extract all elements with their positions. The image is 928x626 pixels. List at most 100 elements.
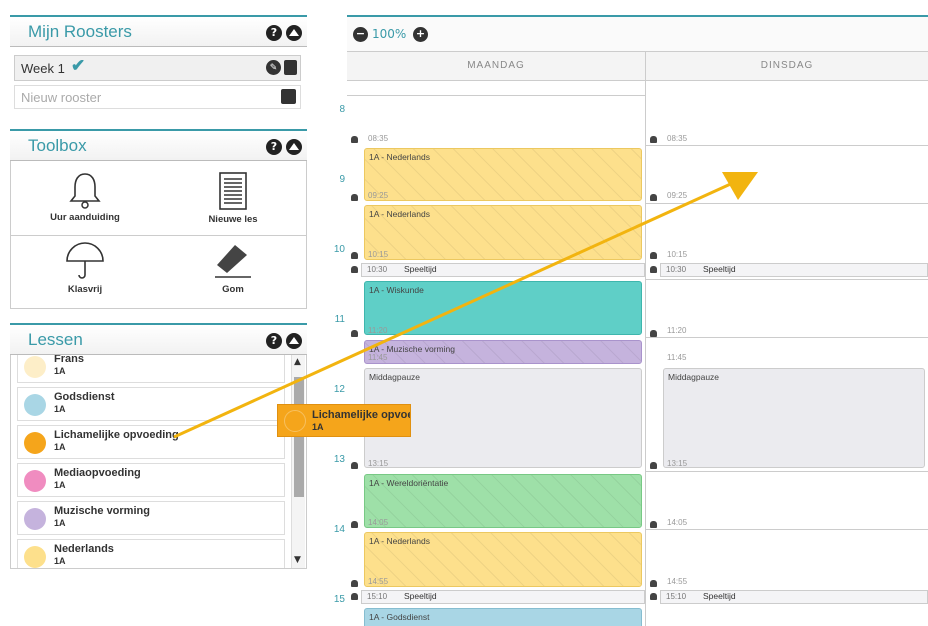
lesson-name: Muzische vorming	[54, 505, 150, 517]
save-icon[interactable]	[281, 89, 296, 104]
collapse-icon[interactable]	[286, 333, 302, 349]
slot-time: 14:05	[667, 518, 688, 527]
break-title: Speeltijd	[703, 264, 736, 274]
slot-time: 11:20	[667, 326, 687, 335]
empty-slot[interactable]	[646, 529, 928, 587]
help-icon[interactable]: ?	[266, 25, 282, 41]
event-wereldorientatie[interactable]: 1A - Wereldoriëntatie	[364, 474, 642, 528]
lesson-color-dot	[24, 432, 46, 454]
roosters-header: Mijn Roosters ?	[10, 15, 307, 47]
lesson-class: 1A	[54, 442, 66, 452]
event-nederlands[interactable]: 1A - Nederlands	[364, 148, 642, 201]
event-title: 1A - Godsdienst	[369, 612, 430, 622]
empty-slot[interactable]	[347, 95, 645, 144]
break-speeltijd[interactable]: 10:30 Speeltijd	[660, 263, 928, 277]
slot-time: 13:15	[667, 459, 688, 468]
lesson-item-godsdienst[interactable]: Godsdienst 1A	[17, 387, 285, 421]
bell-icon	[650, 521, 657, 528]
bell-icon	[650, 593, 657, 600]
lesson-item-lichamelijke-opvoeding[interactable]: Lichamelijke opvoeding 1A	[17, 425, 285, 459]
slot-time: 11:45	[667, 353, 687, 362]
lessen-title: Lessen	[28, 330, 83, 349]
lesson-class: 1A	[54, 404, 66, 414]
empty-slot[interactable]	[646, 337, 928, 365]
lesson-item-frans[interactable]: Frans 1A	[17, 355, 285, 383]
new-rooster-placeholder: Nieuw rooster	[21, 90, 102, 105]
hour-label: 13	[333, 454, 345, 465]
bell-icon	[650, 580, 657, 587]
event-muzische-vorming[interactable]: 1A - Muzische vorming	[364, 340, 642, 364]
lesson-item-muzische-vorming[interactable]: Muzische vorming 1A	[17, 501, 285, 535]
edit-icon[interactable]: ✎	[266, 60, 281, 75]
bell-icon	[351, 580, 358, 587]
empty-slot[interactable]	[646, 203, 928, 261]
check-icon: ✔	[71, 56, 86, 75]
zoom-in-icon[interactable]: +	[413, 27, 428, 42]
event-nederlands[interactable]: 1A - Nederlands	[364, 205, 642, 260]
lessen-panel: Lessen ? Frans 1A Godsdienst 1A Lichamelij…	[10, 323, 307, 571]
new-rooster-input[interactable]: Nieuw rooster	[14, 85, 301, 109]
roosters-title: Mijn Roosters	[28, 22, 132, 41]
bell-icon	[351, 593, 358, 600]
zoom-out-icon[interactable]: −	[353, 27, 368, 42]
bell-icon	[650, 462, 657, 469]
slot-time: 13:15	[368, 459, 389, 468]
lesson-item-mediaopvoeding[interactable]: Mediaopvoeding 1A	[17, 463, 285, 497]
break-speeltijd[interactable]: 15:10 Speeltijd	[361, 590, 645, 604]
empty-slot[interactable]	[646, 145, 928, 202]
bell-icon	[650, 194, 657, 201]
week-label: Week 1	[21, 61, 65, 76]
calendar: − 100% + MAANDAG DINSDAG 08:35 1A - Nede…	[347, 15, 928, 626]
toolbox-panel: Toolbox ? Uur aanduiding Nieuwe les Klas…	[10, 129, 307, 310]
collapse-icon[interactable]	[286, 25, 302, 41]
tool-label: Nieuwe les	[208, 214, 258, 225]
zoom-bar: − 100% +	[347, 17, 928, 52]
lessen-scrollbar[interactable]: ▲ ▼	[291, 355, 305, 568]
toolbox-grid: Uur aanduiding Nieuwe les Klasvrij Gom	[10, 161, 307, 309]
lesson-class: 1A	[54, 518, 66, 528]
umbrella-icon	[66, 242, 104, 279]
tool-klasvrij[interactable]: Klasvrij	[11, 241, 159, 295]
slot-time: 10:30	[666, 265, 687, 274]
tool-uur-aanduiding[interactable]: Uur aanduiding	[11, 171, 159, 223]
tool-gom[interactable]: Gom	[159, 241, 307, 295]
scroll-down-icon[interactable]: ▼	[294, 555, 301, 565]
break-title: Speeltijd	[703, 591, 736, 601]
empty-slot[interactable]	[646, 471, 928, 529]
event-title: Middagpauze	[369, 372, 421, 382]
event-middagpauze[interactable]: Middagpauze	[663, 368, 925, 468]
dragged-lesson[interactable]: Lichamelijke opvoeding 1A	[277, 404, 411, 437]
lesson-name: Nederlands	[54, 543, 114, 555]
event-wiskunde[interactable]: 1A - Wiskunde	[364, 281, 642, 335]
lesson-name: Godsdienst	[54, 391, 115, 403]
lesson-item-nederlands[interactable]: Nederlands 1A	[17, 539, 285, 568]
empty-slot[interactable]	[646, 279, 928, 337]
scroll-thumb[interactable]	[294, 377, 304, 497]
week-item[interactable]: Week 1 ✔ ✎	[14, 55, 301, 81]
break-speeltijd[interactable]: 15:10 Speeltijd	[660, 590, 928, 604]
lesson-name: Frans	[54, 355, 84, 365]
bell-icon	[351, 462, 358, 469]
bell-icon	[650, 266, 657, 273]
hour-label: 10	[333, 244, 345, 255]
lesson-color-dot	[24, 546, 46, 568]
day-column-monday: 08:35 1A - Nederlands 09:25 1A - Nederla…	[347, 81, 646, 626]
bell-icon	[351, 521, 358, 528]
event-nederlands[interactable]: 1A - Nederlands	[364, 532, 642, 587]
event-godsdienst[interactable]: 1A - Godsdienst	[364, 608, 642, 626]
toolbox-title: Toolbox	[28, 136, 87, 155]
bell-icon	[351, 136, 358, 143]
eraser-icon	[215, 245, 251, 278]
help-icon[interactable]: ?	[266, 333, 282, 349]
break-speeltijd[interactable]: 10:30 Speeltijd	[361, 263, 645, 277]
lesson-name: Mediaopvoeding	[54, 467, 141, 479]
scroll-up-icon[interactable]: ▲	[294, 357, 301, 367]
help-icon[interactable]: ?	[266, 139, 282, 155]
dragged-color-dot	[284, 410, 306, 432]
lesson-color-dot	[24, 508, 46, 530]
collapse-icon[interactable]	[286, 139, 302, 155]
tool-nieuwe-les[interactable]: Nieuwe les	[159, 171, 307, 225]
slot-time: 08:35	[368, 134, 389, 143]
trash-icon[interactable]	[284, 60, 297, 75]
bell-icon	[650, 136, 657, 143]
